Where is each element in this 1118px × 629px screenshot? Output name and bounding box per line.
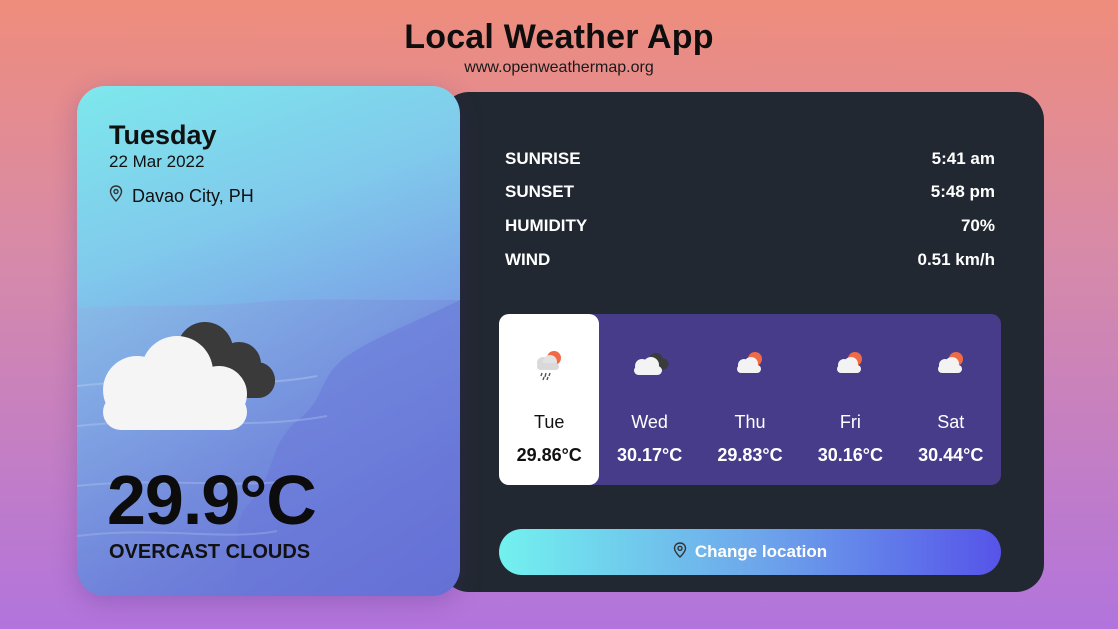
forecast-day-label: Sat: [937, 412, 965, 432]
forecast-day-temp: 30.17°C: [616, 445, 683, 465]
stat-label: SUNRISE: [505, 148, 581, 168]
forecast-day-label: Wed: [631, 412, 668, 432]
stat-value: 5:48 pm: [930, 182, 995, 202]
forecast-day-fri[interactable]: Fri 30.16°C: [800, 314, 900, 485]
forecast-day-label: Thu: [734, 412, 766, 432]
app-header: Local Weather App www.openweathermap.org: [0, 18, 1118, 77]
forecast-day-label: Tue: [534, 412, 565, 432]
stat-value: 0.51 km/h: [917, 249, 996, 269]
rain-sun-cloud-icon: [529, 344, 569, 384]
stat-value: 70%: [960, 215, 995, 235]
change-location-label: Change location: [694, 542, 828, 561]
current-day: Tuesday: [109, 120, 217, 150]
stat-label: WIND: [505, 249, 551, 269]
forecast-day-label: Fri: [839, 412, 861, 432]
forecast-day-thu[interactable]: Thu 29.83°C: [700, 314, 800, 485]
location-label: Davao City, PH: [132, 185, 254, 206]
stat-row-humidity: HUMIDITY 70%: [505, 209, 995, 243]
stat-label: SUNSET: [505, 182, 574, 202]
forecast-day-wed[interactable]: Wed 30.17°C: [599, 314, 699, 485]
sun-behind-cloud-icon: [730, 344, 770, 384]
stat-label: HUMIDITY: [505, 215, 588, 235]
change-location-button[interactable]: Change location: [499, 529, 1001, 575]
current-condition: OVERCAST CLOUDS: [109, 541, 311, 563]
stat-row-sunrise: SUNRISE 5:41 am: [505, 142, 995, 176]
weather-stats: SUNRISE 5:41 am SUNSET 5:48 pm HUMIDITY …: [505, 142, 995, 276]
forecast-day-temp: 29.83°C: [717, 445, 783, 465]
forecast-day-sat[interactable]: Sat 30.44°C: [901, 314, 1001, 485]
current-weather-card: Tuesday 22 Mar 2022 Davao City, PH 29.9°…: [77, 86, 460, 596]
location-pin-icon: [109, 185, 123, 207]
location-pin-icon: [673, 541, 687, 563]
current-temperature: 29.9°C: [107, 461, 317, 539]
sun-behind-cloud-icon: [931, 344, 971, 384]
app-subtitle: www.openweathermap.org: [464, 59, 654, 76]
overcast-clouds-icon: [628, 344, 672, 384]
stat-row-sunset: SUNSET 5:48 pm: [505, 176, 995, 210]
stat-row-wind: WIND 0.51 km/h: [505, 243, 995, 277]
sun-behind-cloud-icon: [830, 344, 870, 384]
overcast-clouds-icon: [97, 314, 277, 439]
current-location: Davao City, PH: [109, 185, 254, 207]
forecast-day-temp: 30.44°C: [918, 445, 984, 465]
forecast-day-temp: 30.16°C: [817, 445, 883, 465]
details-panel: SUNRISE 5:41 am SUNSET 5:48 pm HUMIDITY …: [441, 92, 1044, 592]
forecast-day-tue[interactable]: Tue 29.86°C: [499, 314, 600, 485]
current-date: 22 Mar 2022: [109, 152, 205, 171]
stat-value: 5:41 am: [931, 148, 995, 168]
forecast-strip: Tue 29.86°C Wed 30.17°C Thu 29.83°C Fri …: [499, 314, 1001, 485]
forecast-day-temp: 29.86°C: [516, 445, 582, 465]
app-title: Local Weather App: [404, 18, 714, 56]
